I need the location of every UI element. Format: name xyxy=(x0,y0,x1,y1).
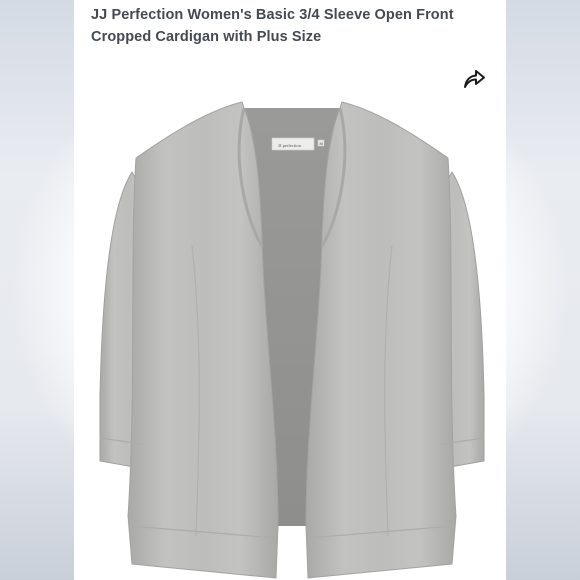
share-button[interactable] xyxy=(460,64,488,92)
product-title-line-1: JJ Perfection Women's Basic 3/4 Sleeve O… xyxy=(91,7,454,23)
left-front-panel xyxy=(127,101,279,579)
product-title-line-2: Cropped Cardigan with Plus Size xyxy=(91,29,322,45)
share-arrow-icon xyxy=(464,70,485,88)
size-tag-label: M xyxy=(320,141,323,146)
product-title[interactable]: JJ Perfection Women's Basic 3/4 Sleeve O… xyxy=(91,4,491,48)
brand-tag-label: JJ perfection xyxy=(278,143,302,148)
right-front-panel xyxy=(305,101,457,579)
product-image: JJ perfection M xyxy=(99,101,485,579)
